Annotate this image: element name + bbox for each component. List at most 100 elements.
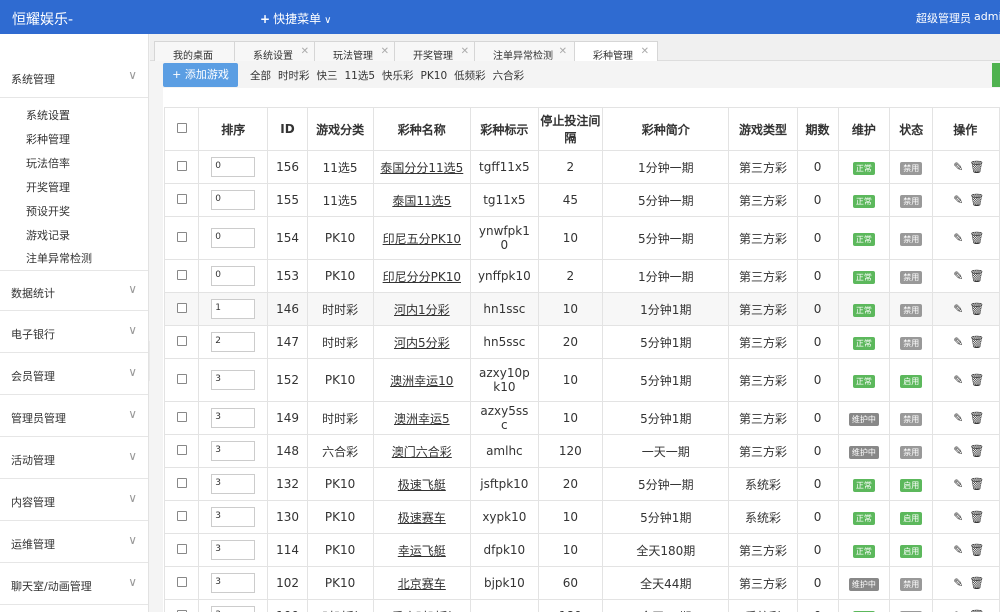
col-header[interactable]: 排序 xyxy=(198,107,269,151)
sort-input[interactable]: 3 xyxy=(211,507,256,527)
col-header[interactable]: 维护 xyxy=(837,107,891,151)
col-header[interactable]: ID xyxy=(267,107,308,151)
maintenance-badge[interactable]: 正常 xyxy=(852,270,875,284)
delete-icon[interactable]: 🗑 xyxy=(969,477,984,491)
sidebar-item-preset-draw[interactable]: 预设开奖 xyxy=(26,203,70,219)
delete-icon[interactable]: 🗑 xyxy=(969,444,984,458)
edit-icon[interactable]: ✎ xyxy=(953,302,963,316)
edit-icon[interactable]: ✎ xyxy=(953,231,963,245)
sort-input[interactable]: 3 xyxy=(211,474,256,494)
edit-icon[interactable]: ✎ xyxy=(953,269,963,283)
row-checkbox[interactable] xyxy=(176,412,187,422)
status-badge[interactable]: 禁用 xyxy=(900,445,923,459)
lottery-name-link[interactable]: 幸运飞艇 xyxy=(398,544,446,558)
maintenance-badge[interactable]: 正常 xyxy=(852,161,875,175)
maintenance-badge[interactable]: 正常 xyxy=(852,374,875,388)
edit-icon[interactable]: ✎ xyxy=(953,193,963,207)
col-header[interactable]: 彩种名称 xyxy=(372,107,472,151)
col-header[interactable]: 彩种标示 xyxy=(470,107,539,151)
lottery-name-link[interactable]: 泰国分分11选5 xyxy=(380,161,463,175)
close-icon[interactable]: ✕ xyxy=(641,46,649,57)
status-badge[interactable]: 启用 xyxy=(900,544,923,558)
delete-icon[interactable]: 🗑 xyxy=(969,335,984,349)
maintenance-badge[interactable]: 维护中 xyxy=(848,577,879,591)
lottery-name-link[interactable]: 极速飞艇 xyxy=(398,478,446,492)
lottery-name-link[interactable]: 澳洲幸运10 xyxy=(390,374,453,388)
row-checkbox[interactable] xyxy=(176,232,187,242)
sidebar-item-draw-manage[interactable]: 开奖管理 xyxy=(26,179,70,195)
row-checkbox[interactable] xyxy=(176,577,187,587)
sort-input[interactable]: 0 xyxy=(211,228,256,248)
tab-system-settings[interactable]: 系统设置 ✕ xyxy=(234,41,318,62)
status-badge[interactable]: 禁用 xyxy=(900,577,923,591)
tab-bet-anomaly[interactable]: 注单异常检测 ✕ xyxy=(474,41,576,62)
delete-icon[interactable]: 🗑 xyxy=(969,510,984,524)
app-logo-title[interactable]: 恒耀娱乐- xyxy=(12,9,73,29)
status-badge[interactable]: 禁用 xyxy=(900,270,923,284)
sidebar-group-admins[interactable]: 管理员管理 ∨ xyxy=(0,396,148,437)
status-badge[interactable]: 启用 xyxy=(900,511,923,525)
maintenance-badge[interactable]: 正常 xyxy=(852,303,875,317)
lottery-name-link[interactable]: 河内1分彩 xyxy=(394,303,450,317)
sidebar-item-bet-anomaly[interactable]: 注单异常检测 xyxy=(26,250,92,266)
sidebar-group-members[interactable]: 会员管理 ∨ xyxy=(0,354,148,395)
status-badge[interactable]: 禁用 xyxy=(900,303,923,317)
status-badge[interactable]: 禁用 xyxy=(900,336,923,350)
maintenance-badge[interactable]: 正常 xyxy=(852,478,875,492)
quick-menu-button[interactable]: + 快捷菜单 ∨ xyxy=(260,10,331,27)
tab-play-manage[interactable]: 玩法管理 ✕ xyxy=(314,41,398,62)
status-badge[interactable]: 禁用 xyxy=(900,161,923,175)
close-icon[interactable]: ✕ xyxy=(461,46,469,57)
row-checkbox[interactable] xyxy=(176,478,187,488)
col-header[interactable]: 操作 xyxy=(932,107,1000,151)
edit-icon[interactable]: ✎ xyxy=(953,477,963,491)
col-header[interactable]: 期数 xyxy=(796,107,839,151)
delete-icon[interactable]: 🗑 xyxy=(969,576,984,590)
maintenance-badge[interactable]: 维护中 xyxy=(848,412,879,426)
maintenance-badge[interactable]: 正常 xyxy=(852,336,875,350)
filter-11x5[interactable]: 11选5 xyxy=(345,70,376,82)
sidebar-group-ebank[interactable]: 电子银行 ∨ xyxy=(0,312,148,353)
sort-input[interactable]: 3 xyxy=(211,441,256,461)
status-badge[interactable]: 启用 xyxy=(900,478,923,492)
edit-icon[interactable]: ✎ xyxy=(953,510,963,524)
close-icon[interactable]: ✕ xyxy=(301,46,309,57)
edit-icon[interactable]: ✎ xyxy=(953,335,963,349)
delete-icon[interactable]: 🗑 xyxy=(969,373,984,387)
sidebar-item-system-settings[interactable]: 系统设置 xyxy=(26,107,70,123)
lottery-name-link[interactable]: 澳洲幸运5 xyxy=(394,412,450,426)
row-checkbox[interactable] xyxy=(176,544,187,554)
select-all-checkbox[interactable] xyxy=(176,123,187,133)
edit-icon[interactable]: ✎ xyxy=(953,411,963,425)
filter-pk10[interactable]: PK10 xyxy=(421,70,448,82)
row-checkbox[interactable] xyxy=(176,511,187,521)
status-badge[interactable]: 禁用 xyxy=(900,194,923,208)
edit-icon[interactable]: ✎ xyxy=(953,373,963,387)
col-header[interactable]: 游戏分类 xyxy=(306,107,374,151)
sort-input[interactable]: 2 xyxy=(211,332,256,352)
edit-icon[interactable]: ✎ xyxy=(953,543,963,557)
lottery-name-link[interactable]: 澳门六合彩 xyxy=(392,445,452,459)
close-icon[interactable]: ✕ xyxy=(381,46,389,57)
sidebar-group-chatroom[interactable]: 聊天室/动画管理 ∨ xyxy=(0,564,148,605)
sort-input[interactable]: 3 xyxy=(211,573,256,593)
lottery-name-link[interactable]: 北京赛车 xyxy=(398,577,446,591)
sort-input[interactable]: 3 xyxy=(211,606,256,612)
sidebar-item-game-records[interactable]: 游戏记录 xyxy=(26,227,70,243)
action-button-partial[interactable] xyxy=(992,63,1000,87)
filter-lhc[interactable]: 六合彩 xyxy=(493,70,525,82)
user-name-menu[interactable]: admin xyxy=(974,10,1000,23)
col-header[interactable]: 状态 xyxy=(889,107,934,151)
sort-input[interactable]: 3 xyxy=(211,540,256,560)
delete-icon[interactable]: 🗑 xyxy=(969,160,984,174)
delete-icon[interactable]: 🗑 xyxy=(969,411,984,425)
lottery-name-link[interactable]: 印尼五分PK10 xyxy=(383,232,461,246)
sort-input[interactable]: 3 xyxy=(211,370,256,390)
maintenance-badge[interactable]: 维护中 xyxy=(848,445,879,459)
tab-lottery-manage[interactable]: 彩种管理 ✕ xyxy=(574,41,658,62)
row-checkbox[interactable] xyxy=(176,270,187,280)
delete-icon[interactable]: 🗑 xyxy=(969,193,984,207)
sort-input[interactable]: 1 xyxy=(211,299,256,319)
sort-input[interactable]: 0 xyxy=(211,190,256,210)
col-header[interactable]: 停止投注间隔 xyxy=(537,107,604,151)
